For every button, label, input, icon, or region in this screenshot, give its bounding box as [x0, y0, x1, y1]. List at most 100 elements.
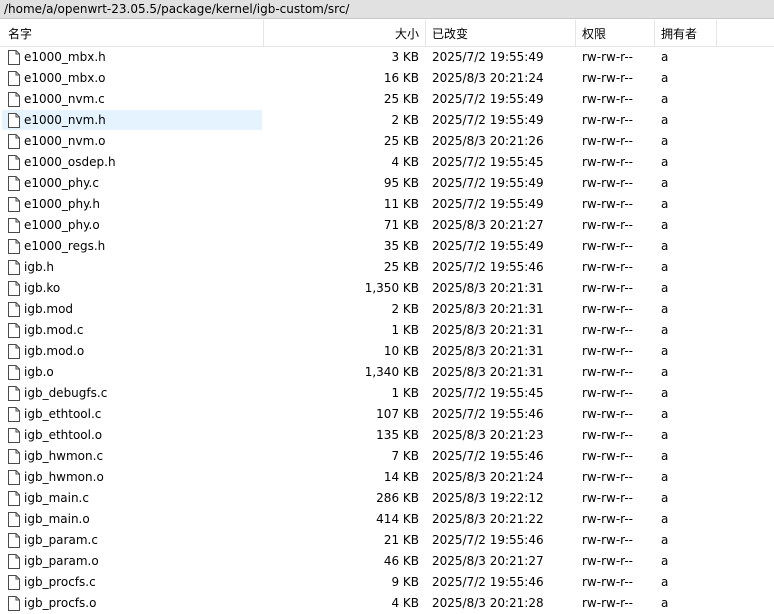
file-name[interactable]: igb_main.o: [24, 509, 90, 530]
file-modified: 2025/7/2 19:55:49: [432, 113, 544, 127]
file-modified: 2025/7/2 19:55:45: [432, 155, 544, 169]
file-row[interactable]: igb_ethtool.o 135 KB 2025/8/3 20:21:23 rw-r…: [0, 425, 774, 446]
file-permissions: rw-rw-r--: [582, 596, 633, 610]
file-row[interactable]: igb_debugfs.c 1 KB 2025/7/2 19:55:45 rw-rw-…: [0, 383, 774, 404]
file-name[interactable]: igb_ethtool.o: [24, 425, 102, 446]
file-row[interactable]: igb_param.o 46 KB 2025/8/3 20:21:27 rw-rw-r…: [0, 551, 774, 572]
file-row[interactable]: igb_ethtool.c 107 KB 2025/7/2 19:55:46 rw-r…: [0, 404, 774, 425]
file-name[interactable]: e1000_phy.c: [24, 173, 99, 194]
file-icon: [8, 134, 20, 149]
column-header-permissions[interactable]: 权限: [576, 20, 655, 46]
file-owner: a: [661, 50, 669, 64]
file-row[interactable]: igb_procfs.o 4 KB 2025/8/3 20:21:28 rw-rw-r…: [0, 593, 774, 614]
file-row[interactable]: e1000_phy.c 95 KB 2025/7/2 19:55:49 rw-rw-r…: [0, 173, 774, 194]
file-name[interactable]: e1000_mbx.h: [24, 47, 106, 68]
file-name[interactable]: igb.ko: [24, 278, 60, 299]
file-name[interactable]: e1000_osdep.h: [24, 152, 116, 173]
file-size: 95 KB: [383, 176, 419, 190]
file-size: 10 KB: [383, 344, 419, 358]
file-permissions: rw-rw-r--: [582, 239, 633, 253]
column-header: 名字 ^ 大小 已改变 权限 拥有者: [0, 20, 774, 47]
column-header-owner[interactable]: 拥有者: [655, 20, 717, 46]
file-size: 1 KB: [391, 323, 419, 337]
file-permissions: rw-rw-r--: [582, 449, 633, 463]
file-name[interactable]: e1000_nvm.c: [24, 89, 105, 110]
file-row[interactable]: e1000_nvm.h 2 KB 2025/7/2 19:55:49 rw-rw-r-…: [0, 110, 774, 131]
column-header-modified[interactable]: 已改变: [426, 20, 576, 46]
file-owner: a: [661, 176, 669, 190]
file-row[interactable]: e1000_nvm.o 25 KB 2025/8/3 20:21:26 rw-rw-r…: [0, 131, 774, 152]
file-name[interactable]: igb.mod: [24, 299, 73, 320]
file-icon: [8, 554, 20, 569]
file-owner: a: [661, 134, 669, 148]
file-permissions: rw-rw-r--: [582, 302, 633, 316]
file-size: 9 KB: [391, 575, 419, 589]
file-row[interactable]: igb.h 25 KB 2025/7/2 19:55:46 rw-rw-r-- a: [0, 257, 774, 278]
path-bar[interactable]: /home/a/openwrt-23.05.5/package/kernel/i…: [0, 0, 774, 19]
file-owner: a: [661, 449, 669, 463]
file-name[interactable]: igb.mod.c: [24, 320, 83, 341]
file-permissions: rw-rw-r--: [582, 554, 633, 568]
file-row[interactable]: e1000_phy.o 71 KB 2025/8/3 20:21:27 rw-rw-r…: [0, 215, 774, 236]
file-name[interactable]: igb_hwmon.c: [24, 446, 103, 467]
file-name[interactable]: igb_procfs.o: [24, 593, 96, 614]
file-name[interactable]: igb_main.c: [24, 488, 89, 509]
file-row[interactable]: igb.ko 1,350 KB 2025/8/3 20:21:31 rw-rw-r--…: [0, 278, 774, 299]
column-header-size-label: 大小: [394, 27, 419, 41]
file-icon: [8, 533, 20, 548]
file-modified: 2025/8/3 20:21:31: [432, 281, 544, 295]
file-row[interactable]: e1000_mbx.h 3 KB 2025/7/2 19:55:49 rw-rw-r-…: [0, 47, 774, 68]
file-name[interactable]: e1000_phy.h: [24, 194, 100, 215]
file-row[interactable]: igb_hwmon.c 7 KB 2025/7/2 19:55:46 rw-rw-r-…: [0, 446, 774, 467]
column-header-size[interactable]: 大小: [264, 20, 426, 46]
file-permissions: rw-rw-r--: [582, 71, 633, 85]
file-owner: a: [661, 155, 669, 169]
file-name[interactable]: e1000_phy.o: [24, 215, 100, 236]
column-header-modified-label: 已改变: [432, 27, 469, 41]
file-icon: [8, 92, 20, 107]
file-owner: a: [661, 554, 669, 568]
file-modified: 2025/7/2 19:55:45: [432, 386, 544, 400]
column-header-name[interactable]: 名字 ^: [0, 20, 264, 46]
file-row[interactable]: igb_hwmon.o 14 KB 2025/8/3 20:21:24 rw-rw-r…: [0, 467, 774, 488]
file-name[interactable]: igb.mod.o: [24, 341, 84, 362]
file-icon: [8, 50, 20, 65]
file-name[interactable]: e1000_mbx.o: [24, 68, 106, 89]
file-row[interactable]: igb.mod 2 KB 2025/8/3 20:21:31 rw-rw-r-- a: [0, 299, 774, 320]
file-name[interactable]: igb_procfs.c: [24, 572, 96, 593]
file-name[interactable]: e1000_nvm.h: [24, 110, 106, 131]
path-text[interactable]: /home/a/openwrt-23.05.5/package/kernel/i…: [4, 1, 349, 18]
file-permissions: rw-rw-r--: [582, 470, 633, 484]
file-owner: a: [661, 491, 669, 505]
file-row[interactable]: igb_main.o 414 KB 2025/8/3 20:21:22 rw-rw-r…: [0, 509, 774, 530]
file-size: 2 KB: [391, 113, 419, 127]
file-row[interactable]: e1000_mbx.o 16 KB 2025/8/3 20:21:24 rw-rw-r…: [0, 68, 774, 89]
sort-ascending-icon: ^: [128, 20, 136, 23]
file-row[interactable]: e1000_nvm.c 25 KB 2025/7/2 19:55:49 rw-rw-r…: [0, 89, 774, 110]
file-row[interactable]: e1000_regs.h 35 KB 2025/7/2 19:55:49 rw-rw-…: [0, 236, 774, 257]
file-icon: [8, 155, 20, 170]
file-row[interactable]: igb.mod.c 1 KB 2025/8/3 20:21:31 rw-rw-r-- a: [0, 320, 774, 341]
file-row[interactable]: igb_param.c 21 KB 2025/7/2 19:55:46 rw-rw-r…: [0, 530, 774, 551]
file-name[interactable]: igb_param.c: [24, 530, 98, 551]
file-name[interactable]: e1000_regs.h: [24, 236, 105, 257]
file-row[interactable]: e1000_osdep.h 4 KB 2025/7/2 19:55:45 rw-rw-…: [0, 152, 774, 173]
file-row[interactable]: igb.mod.o 10 KB 2025/8/3 20:21:31 rw-rw-r--…: [0, 341, 774, 362]
file-owner: a: [661, 386, 669, 400]
file-row[interactable]: e1000_phy.h 11 KB 2025/7/2 19:55:49 rw-rw-r…: [0, 194, 774, 215]
file-row[interactable]: igb_procfs.c 9 KB 2025/7/2 19:55:46 rw-rw-r…: [0, 572, 774, 593]
file-name[interactable]: igb_ethtool.c: [24, 404, 101, 425]
file-name[interactable]: igb_debugfs.c: [24, 383, 107, 404]
file-row[interactable]: igb_main.c 286 KB 2025/8/3 19:22:12 rw-rw-r…: [0, 488, 774, 509]
file-permissions: rw-rw-r--: [582, 134, 633, 148]
file-name[interactable]: e1000_nvm.o: [24, 131, 105, 152]
file-icon: [8, 176, 20, 191]
file-owner: a: [661, 470, 669, 484]
file-permissions: rw-rw-r--: [582, 281, 633, 295]
file-name[interactable]: igb_hwmon.o: [24, 467, 104, 488]
column-header-name-label: 名字: [8, 27, 33, 41]
file-name[interactable]: igb.h: [24, 257, 54, 278]
file-row[interactable]: igb.o 1,340 KB 2025/8/3 20:21:31 rw-rw-r-- a: [0, 362, 774, 383]
file-name[interactable]: igb.o: [24, 362, 54, 383]
file-name[interactable]: igb_param.o: [24, 551, 99, 572]
